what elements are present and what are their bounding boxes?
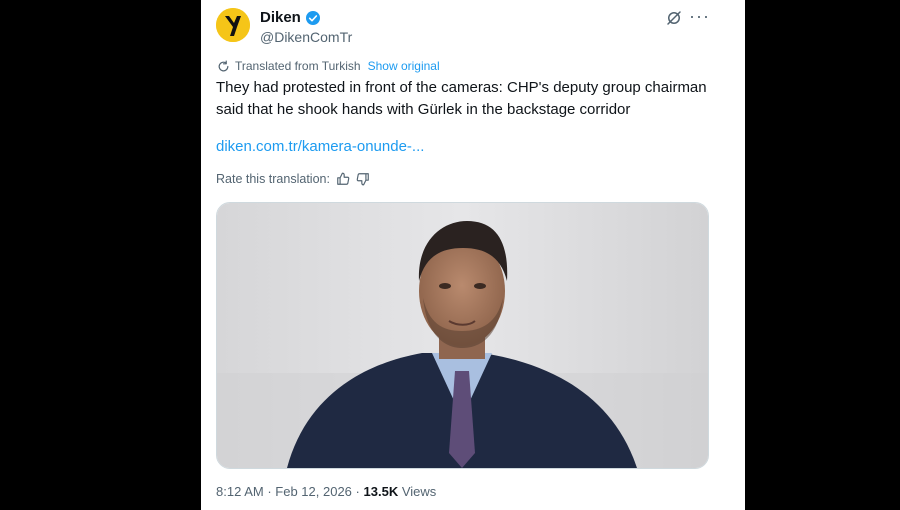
avatar[interactable]	[216, 8, 250, 42]
meta-separator: ·	[267, 484, 272, 499]
thumbs-up-icon[interactable]	[336, 172, 350, 186]
views-count: 13.5K	[363, 484, 399, 499]
author-handle[interactable]: @DikenComTr	[260, 29, 352, 45]
tweet-time[interactable]: 8:12 AM	[216, 484, 264, 499]
tweet-meta: 8:12 AM · Feb 12, 2026 · 13.5K Views	[216, 484, 436, 499]
tweet-text: They had protested in front of the camer…	[216, 79, 707, 118]
author-row: Diken	[260, 9, 321, 26]
translation-notice: Translated from Turkish Show original	[217, 59, 440, 73]
rate-label: Rate this translation:	[216, 172, 330, 186]
show-original-link[interactable]: Show original	[368, 59, 440, 73]
translated-label: Translated from Turkish	[235, 59, 361, 73]
meta-separator-2: ·	[355, 484, 360, 499]
rate-translation: Rate this translation:	[216, 172, 370, 186]
translate-icon	[218, 59, 229, 71]
more-icon[interactable]: ···	[689, 6, 710, 27]
grok-icon[interactable]	[665, 9, 683, 27]
diken-logo-icon	[216, 8, 250, 42]
author-name[interactable]: Diken	[260, 9, 301, 26]
views-label: Views	[401, 484, 437, 499]
verified-badge-icon	[305, 10, 320, 25]
tweet-link[interactable]: diken.com.tr/kamera-onunde-...	[216, 138, 424, 155]
tweet-photo[interactable]	[216, 202, 709, 469]
thumbs-down-icon[interactable]	[356, 172, 370, 186]
portrait-photo	[217, 203, 708, 468]
tweet-card: Diken @DikenComTr ··· Translated from Tu…	[201, 0, 745, 510]
tweet-date[interactable]: Feb 12, 2026	[275, 484, 352, 499]
